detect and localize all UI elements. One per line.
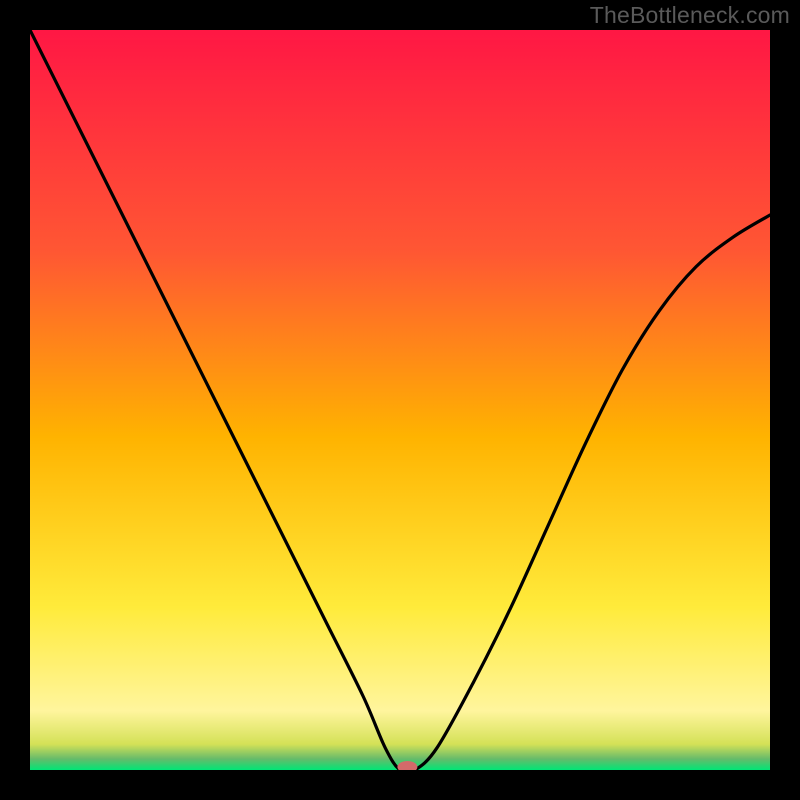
bottleneck-chart bbox=[30, 30, 770, 770]
watermark-text: TheBottleneck.com bbox=[590, 2, 790, 29]
gradient-background bbox=[30, 30, 770, 770]
chart-frame: TheBottleneck.com bbox=[0, 0, 800, 800]
